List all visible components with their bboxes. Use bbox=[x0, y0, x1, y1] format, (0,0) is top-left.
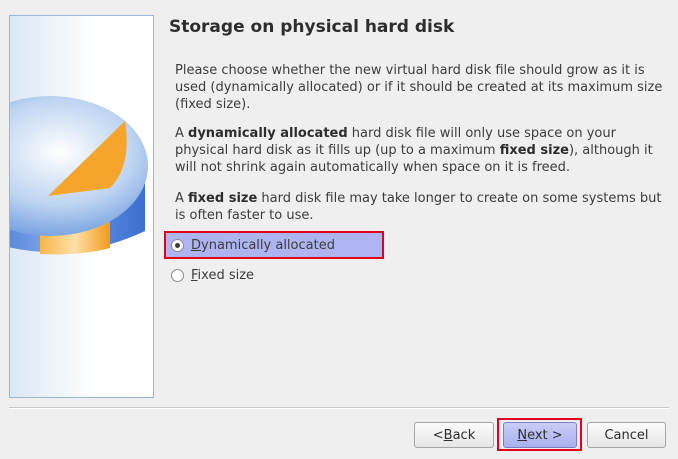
intro-paragraph: Please choose whether the new virtual ha… bbox=[175, 63, 663, 112]
radio-fixed-size[interactable]: Fixed size bbox=[166, 263, 286, 287]
radio-dynamically-allocated-label: Dynamically allocated bbox=[191, 237, 335, 253]
radio-dynamically-allocated[interactable]: Dynamically allocated bbox=[164, 231, 384, 259]
fixed-description-paragraph: A fixed size hard disk file may take lon… bbox=[175, 191, 662, 223]
hard-disk-pie-icon bbox=[10, 96, 148, 255]
next-button[interactable]: Next > bbox=[503, 422, 577, 448]
radio-unselected-indicator[interactable] bbox=[171, 268, 184, 282]
page-title: Storage on physical hard disk bbox=[169, 17, 455, 37]
radio-selected-indicator[interactable] bbox=[171, 238, 184, 252]
button-separator bbox=[9, 407, 669, 409]
dynamic-description-paragraph: A dynamically allocated hard disk file w… bbox=[175, 126, 653, 175]
cancel-button[interactable]: Cancel bbox=[587, 422, 666, 448]
side-panel bbox=[9, 15, 154, 398]
radio-fixed-size-label: Fixed size bbox=[191, 267, 255, 283]
back-button[interactable]: < Back bbox=[414, 422, 494, 448]
